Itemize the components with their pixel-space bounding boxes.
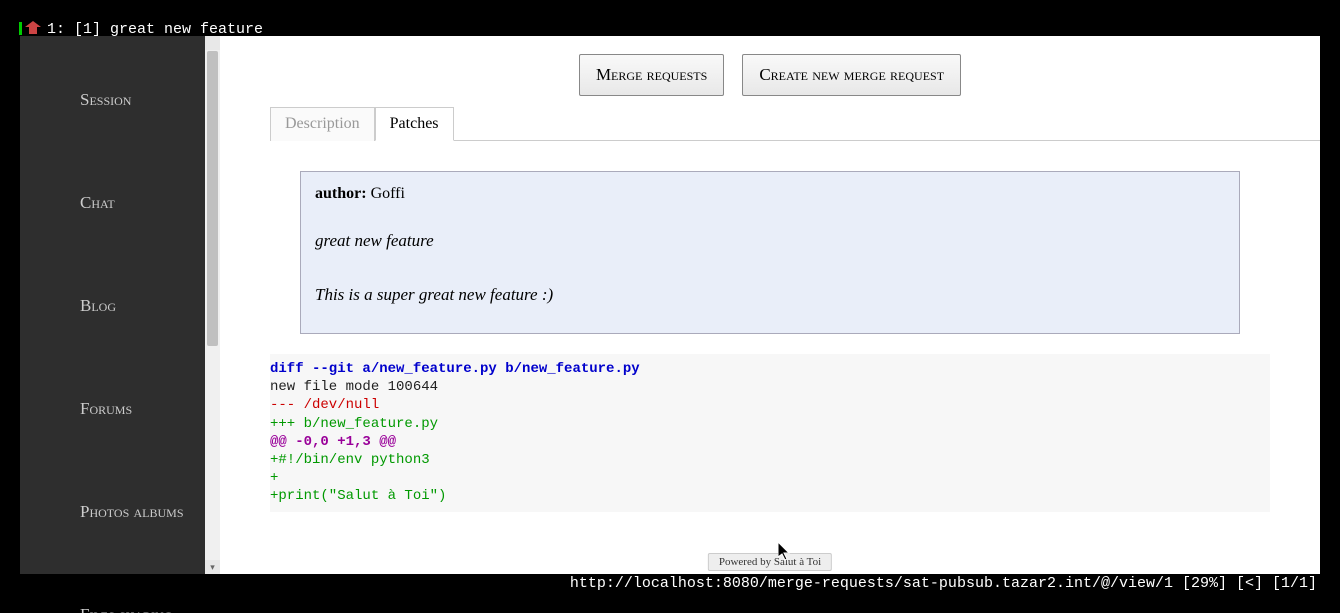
- tab-content: author: Goffi great new feature This is …: [220, 141, 1320, 522]
- diff-hunk: @@ -0,0 +1,3 @@: [270, 434, 396, 450]
- commit-title: great new feature: [315, 228, 1225, 254]
- diff-file-header: diff --git a/new_feature.py b/new_featur…: [270, 361, 640, 377]
- diff-add-file: +++ b/new_feature.py: [270, 416, 438, 432]
- commit-description: This is a super great new feature :): [315, 282, 1225, 308]
- sidebar-item-files[interactable]: Files sharing: [20, 591, 205, 613]
- statusbar-text: http://localhost:8080/merge-requests/sat…: [570, 575, 1317, 592]
- diff-remove-file: --- /dev/null: [270, 397, 379, 413]
- action-buttons: Merge requests Create new merge request: [220, 36, 1320, 106]
- scrollbar[interactable]: ▾: [205, 36, 220, 574]
- sidebar-item-forums[interactable]: Forums: [20, 385, 205, 433]
- scrollbar-arrow-up-icon[interactable]: [205, 36, 220, 50]
- scrollbar-thumb[interactable]: [207, 51, 218, 346]
- diff-mode: new file mode 100644: [270, 379, 438, 395]
- create-merge-request-button[interactable]: Create new merge request: [742, 54, 961, 96]
- tabs: Description Patches: [270, 106, 1320, 141]
- sidebar-item-chat[interactable]: Chat: [20, 179, 205, 227]
- footer-badge: Powered by Salut à Toi: [708, 553, 832, 571]
- window-titlebar: 1: [1] great new feature: [0, 0, 1340, 36]
- scrollbar-arrow-down-icon[interactable]: ▾: [205, 560, 220, 574]
- diff-line-3: +print("Salut à Toi"): [270, 488, 446, 504]
- tab-description[interactable]: Description: [270, 107, 375, 141]
- diff-line-1: +#!/bin/env python3: [270, 452, 430, 468]
- diff-line-2: +: [270, 470, 278, 486]
- status-indicator: [19, 22, 22, 35]
- main-content: Merge requests Create new merge request …: [220, 36, 1320, 574]
- merge-requests-button[interactable]: Merge requests: [579, 54, 724, 96]
- sidebar-item-blog[interactable]: Blog: [20, 282, 205, 330]
- commit-author: author: Goffi: [315, 182, 1225, 206]
- statusbar: http://localhost:8080/merge-requests/sat…: [20, 574, 1320, 593]
- author-value: Goffi: [371, 185, 405, 202]
- main-window: Session Chat Blog Forums Photos albums F…: [20, 36, 1320, 574]
- diff-block: diff --git a/new_feature.py b/new_featur…: [270, 354, 1270, 512]
- sidebar-item-session[interactable]: Session: [20, 76, 205, 124]
- sidebar: Session Chat Blog Forums Photos albums F…: [20, 36, 205, 574]
- author-label: author:: [315, 185, 367, 202]
- tab-patches[interactable]: Patches: [375, 107, 454, 141]
- commit-header: author: Goffi great new feature This is …: [300, 171, 1240, 334]
- sidebar-item-photos[interactable]: Photos albums: [20, 488, 205, 536]
